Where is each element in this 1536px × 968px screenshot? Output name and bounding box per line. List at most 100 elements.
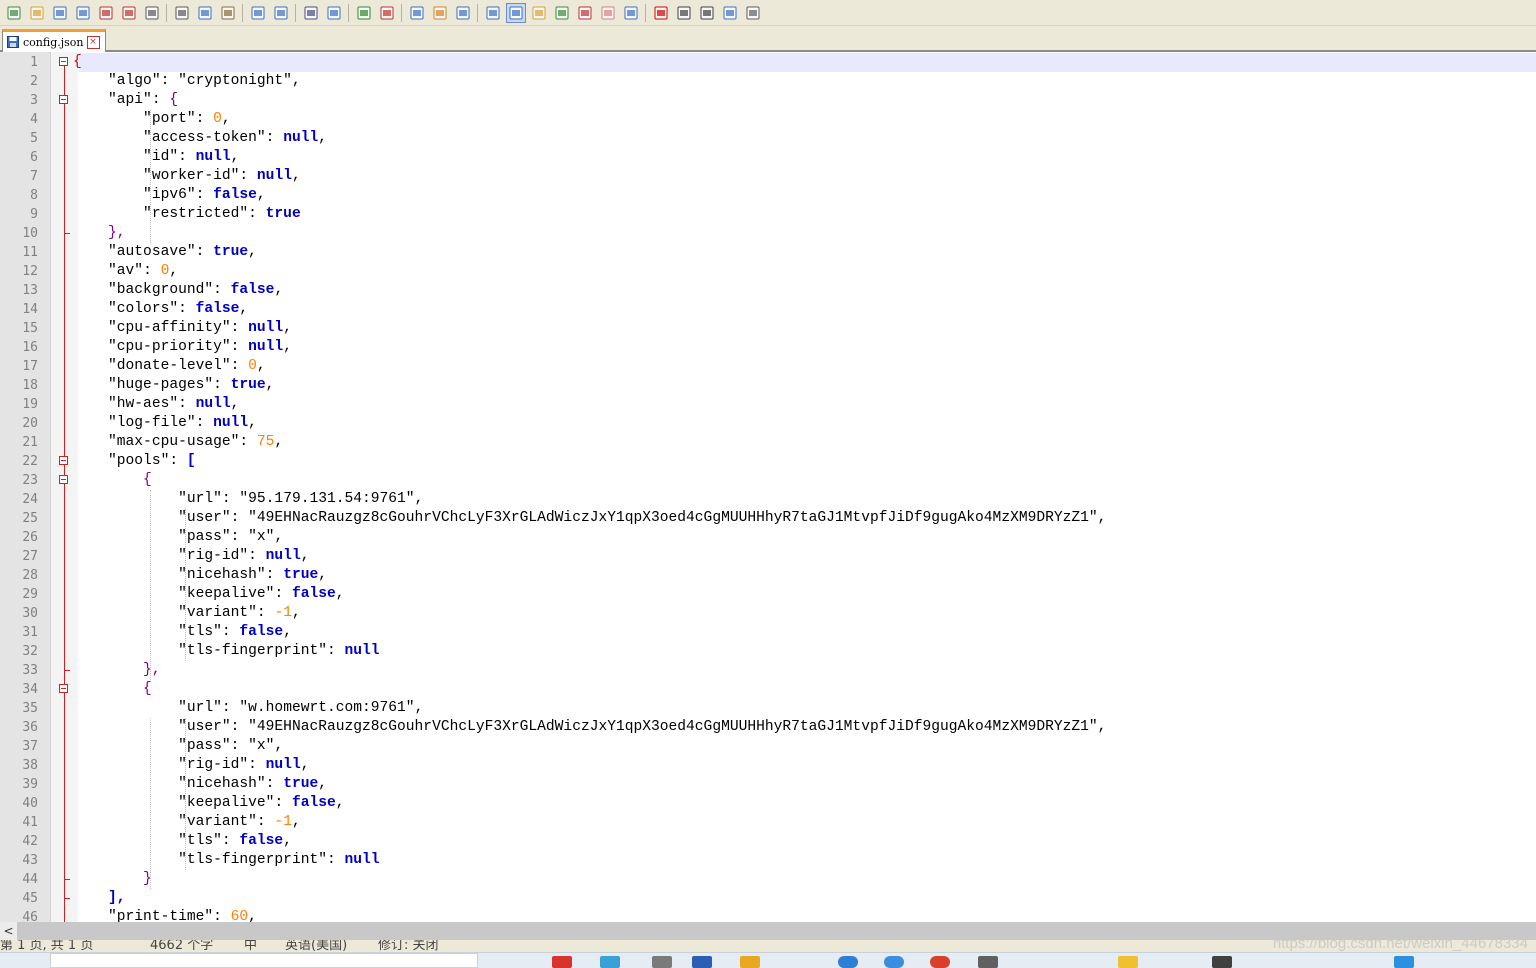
monitoring-icon[interactable] bbox=[622, 4, 640, 22]
zoom-in-icon[interactable] bbox=[355, 4, 373, 22]
code-line[interactable]: 30 "variant": -1, bbox=[0, 604, 1536, 623]
taskbar-app-icon[interactable] bbox=[600, 956, 620, 968]
taskbar-app-icon[interactable] bbox=[930, 956, 950, 968]
function-list-icon[interactable] bbox=[576, 4, 594, 22]
code-line[interactable]: 22 "pools": [ bbox=[0, 452, 1536, 471]
taskbar-app-icon[interactable] bbox=[740, 956, 760, 968]
sync-horizontal-icon[interactable] bbox=[431, 4, 449, 22]
code-line[interactable]: 3 "api": { bbox=[0, 91, 1536, 110]
tab-config-json[interactable]: config.json × bbox=[2, 29, 106, 52]
taskbar-app-icon[interactable] bbox=[838, 956, 858, 968]
code-editor[interactable]: 1{2 "algo": "cryptonight", 3 "api": {4 "p… bbox=[0, 52, 1536, 922]
code-line[interactable]: 6 "id": null, bbox=[0, 148, 1536, 167]
code-line[interactable]: 41 "variant": -1, bbox=[0, 813, 1536, 832]
code-line[interactable]: 32 "tls-fingerprint": null bbox=[0, 642, 1536, 661]
code-line[interactable]: 44 } bbox=[0, 870, 1536, 889]
redo-icon[interactable] bbox=[272, 4, 290, 22]
code-line[interactable]: 18 "huge-pages": true, bbox=[0, 376, 1536, 395]
print-icon[interactable] bbox=[143, 4, 161, 22]
taskbar-app-icon[interactable] bbox=[1118, 956, 1138, 968]
close-icon[interactable] bbox=[97, 4, 115, 22]
save-all-icon[interactable] bbox=[74, 4, 92, 22]
code-line[interactable]: 24 "url": "95.179.131.54:9761", bbox=[0, 490, 1536, 509]
show-all-chars-icon[interactable] bbox=[484, 4, 502, 22]
code-line[interactable]: 35 "url": "w.homewrt.com:9761", bbox=[0, 699, 1536, 718]
code-line[interactable]: 36 "user": "49EHNacRauzgz8cGouhrVChcLyF3… bbox=[0, 718, 1536, 737]
open-file-icon[interactable] bbox=[28, 4, 46, 22]
taskbar-app-icon[interactable] bbox=[692, 956, 712, 968]
code-line[interactable]: 7 "worker-id": null, bbox=[0, 167, 1536, 186]
code-line[interactable]: 39 "nicehash": true, bbox=[0, 775, 1536, 794]
code-line[interactable]: 20 "log-file": null, bbox=[0, 414, 1536, 433]
code-line[interactable]: 13 "background": false, bbox=[0, 281, 1536, 300]
fold-toggle-icon[interactable] bbox=[59, 475, 68, 484]
main-toolbar bbox=[0, 0, 1536, 26]
code-line[interactable]: 43 "tls-fingerprint": null bbox=[0, 851, 1536, 870]
code-line[interactable]: 21 "max-cpu-usage": 75, bbox=[0, 433, 1536, 452]
play-macro-icon[interactable] bbox=[698, 4, 716, 22]
folder-workspace-icon[interactable] bbox=[599, 4, 617, 22]
code-line[interactable]: 11 "autosave": true, bbox=[0, 243, 1536, 262]
new-file-icon[interactable] bbox=[5, 4, 23, 22]
run-macro-multiple-icon[interactable] bbox=[721, 4, 739, 22]
word-wrap-icon[interactable] bbox=[454, 4, 472, 22]
tab-close-icon[interactable]: × bbox=[86, 35, 100, 49]
code-line[interactable]: 17 "donate-level": 0, bbox=[0, 357, 1536, 376]
doc-map-icon[interactable] bbox=[553, 4, 571, 22]
fold-toggle-icon[interactable] bbox=[59, 57, 68, 66]
taskbar-app-icon[interactable] bbox=[652, 956, 672, 968]
sync-vertical-icon[interactable] bbox=[408, 4, 426, 22]
replace-icon[interactable] bbox=[325, 4, 343, 22]
save-macro-icon[interactable] bbox=[744, 4, 762, 22]
save-icon[interactable] bbox=[51, 4, 69, 22]
code-line[interactable]: 42 "tls": false, bbox=[0, 832, 1536, 851]
code-line[interactable]: 31 "tls": false, bbox=[0, 623, 1536, 642]
code-line[interactable]: 12 "av": 0, bbox=[0, 262, 1536, 281]
code-line[interactable]: 46 "print-time": 60, bbox=[0, 908, 1536, 922]
code-line[interactable]: 16 "cpu-priority": null, bbox=[0, 338, 1536, 357]
code-line[interactable]: 19 "hw-aes": null, bbox=[0, 395, 1536, 414]
code-line[interactable]: 29 "keepalive": false, bbox=[0, 585, 1536, 604]
code-line[interactable]: 15 "cpu-affinity": null, bbox=[0, 319, 1536, 338]
code-line[interactable]: 14 "colors": false, bbox=[0, 300, 1536, 319]
copy-icon[interactable] bbox=[196, 4, 214, 22]
fold-toggle-icon[interactable] bbox=[59, 456, 68, 465]
taskbar-app-icon[interactable] bbox=[1394, 956, 1414, 968]
code-line[interactable]: 37 "pass": "x", bbox=[0, 737, 1536, 756]
code-line[interactable]: 9 "restricted": true bbox=[0, 205, 1536, 224]
taskbar-app-icon[interactable] bbox=[1212, 956, 1232, 968]
paste-icon[interactable] bbox=[219, 4, 237, 22]
indent-guide-icon[interactable] bbox=[505, 2, 526, 23]
undo-icon[interactable] bbox=[249, 4, 267, 22]
code-line[interactable]: 26 "pass": "x", bbox=[0, 528, 1536, 547]
code-line[interactable]: 34 { bbox=[0, 680, 1536, 699]
taskbar-search-input[interactable] bbox=[50, 953, 478, 968]
code-line[interactable]: 8 "ipv6": false, bbox=[0, 186, 1536, 205]
code-line[interactable]: 27 "rig-id": null, bbox=[0, 547, 1536, 566]
find-icon[interactable] bbox=[302, 4, 320, 22]
taskbar-app-icon[interactable] bbox=[978, 956, 998, 968]
taskbar-app-icon[interactable] bbox=[552, 956, 572, 968]
scroll-left-icon[interactable]: < bbox=[0, 922, 17, 940]
fold-toggle-icon[interactable] bbox=[59, 95, 68, 104]
record-macro-icon[interactable] bbox=[652, 4, 670, 22]
code-line[interactable]: 10 }, bbox=[0, 224, 1536, 243]
code-line[interactable]: 2 "algo": "cryptonight", bbox=[0, 72, 1536, 91]
cut-icon[interactable] bbox=[173, 4, 191, 22]
fold-toggle-icon[interactable] bbox=[59, 684, 68, 693]
code-line[interactable]: 5 "access-token": null, bbox=[0, 129, 1536, 148]
code-line[interactable]: 1{ bbox=[0, 53, 1536, 72]
taskbar-app-icon[interactable] bbox=[884, 956, 904, 968]
zoom-out-icon[interactable] bbox=[378, 4, 396, 22]
code-line[interactable]: 40 "keepalive": false, bbox=[0, 794, 1536, 813]
code-line[interactable]: 38 "rig-id": null, bbox=[0, 756, 1536, 775]
code-line[interactable]: 28 "nicehash": true, bbox=[0, 566, 1536, 585]
code-line[interactable]: 45 ], bbox=[0, 889, 1536, 908]
code-line[interactable]: 23 { bbox=[0, 471, 1536, 490]
stop-macro-icon[interactable] bbox=[675, 4, 693, 22]
close-all-icon[interactable] bbox=[120, 4, 138, 22]
code-line[interactable]: 4 "port": 0, bbox=[0, 110, 1536, 129]
code-line[interactable]: 25 "user": "49EHNacRauzgz8cGouhrVChcLyF3… bbox=[0, 509, 1536, 528]
language-icon[interactable] bbox=[530, 4, 548, 22]
code-line[interactable]: 33 }, bbox=[0, 661, 1536, 680]
